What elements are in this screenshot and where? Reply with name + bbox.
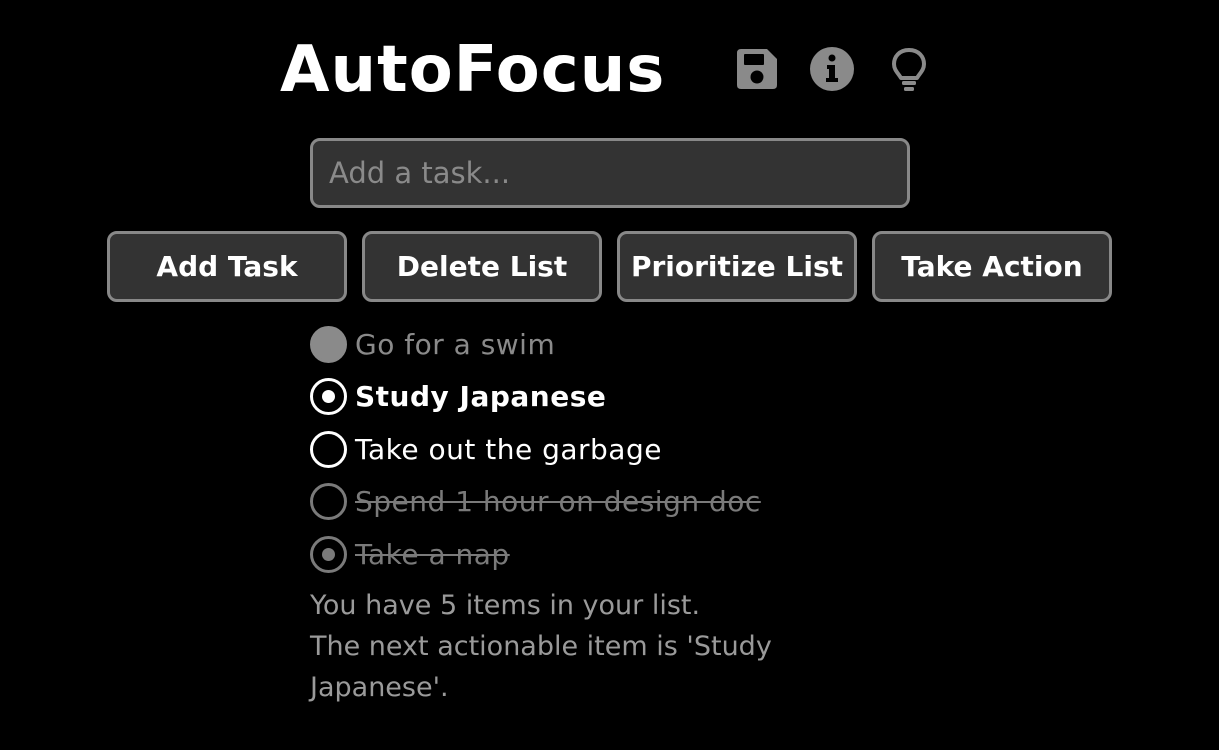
task-input[interactable]: [310, 138, 910, 208]
task-item[interactable]: Go for a swim: [310, 318, 910, 371]
task-label: Study Japanese: [355, 380, 607, 414]
task-item[interactable]: Study Japanese: [310, 371, 910, 424]
radio-dot-icon: [322, 547, 335, 561]
status-message: You have 5 items in your list. The next …: [310, 585, 870, 708]
task-label: Spend 1 hour on design doc: [355, 485, 761, 519]
app-title: AutoFocus: [280, 33, 666, 107]
task-radio[interactable]: [310, 378, 347, 416]
item-count-text: You have 5 items in your list.: [310, 590, 701, 621]
task-item[interactable]: Take out the garbage: [310, 423, 910, 476]
radio-dot-icon: [322, 390, 335, 404]
task-radio[interactable]: [310, 430, 347, 468]
delete-list-button[interactable]: Delete List: [362, 231, 602, 302]
task-radio[interactable]: [310, 325, 347, 363]
save-icon[interactable]: [733, 44, 781, 94]
task-radio[interactable]: [310, 483, 347, 521]
task-list: Go for a swim Study Japanese Take out th…: [310, 318, 910, 581]
next-item-text: The next actionable item is 'Study Japan…: [310, 631, 772, 703]
task-item[interactable]: Spend 1 hour on design doc: [310, 476, 910, 529]
info-icon[interactable]: [808, 44, 856, 94]
task-label: Go for a swim: [355, 327, 556, 361]
take-action-button[interactable]: Take Action: [872, 231, 1112, 302]
header: AutoFocus: [0, 30, 1219, 110]
task-radio[interactable]: [310, 535, 347, 573]
task-item[interactable]: Take a nap: [310, 528, 910, 581]
add-task-button[interactable]: Add Task: [107, 231, 347, 302]
prioritize-list-button[interactable]: Prioritize List: [617, 231, 857, 302]
task-label: Take a nap: [355, 537, 510, 571]
lightbulb-icon[interactable]: [885, 44, 933, 94]
task-label: Take out the garbage: [355, 432, 662, 466]
